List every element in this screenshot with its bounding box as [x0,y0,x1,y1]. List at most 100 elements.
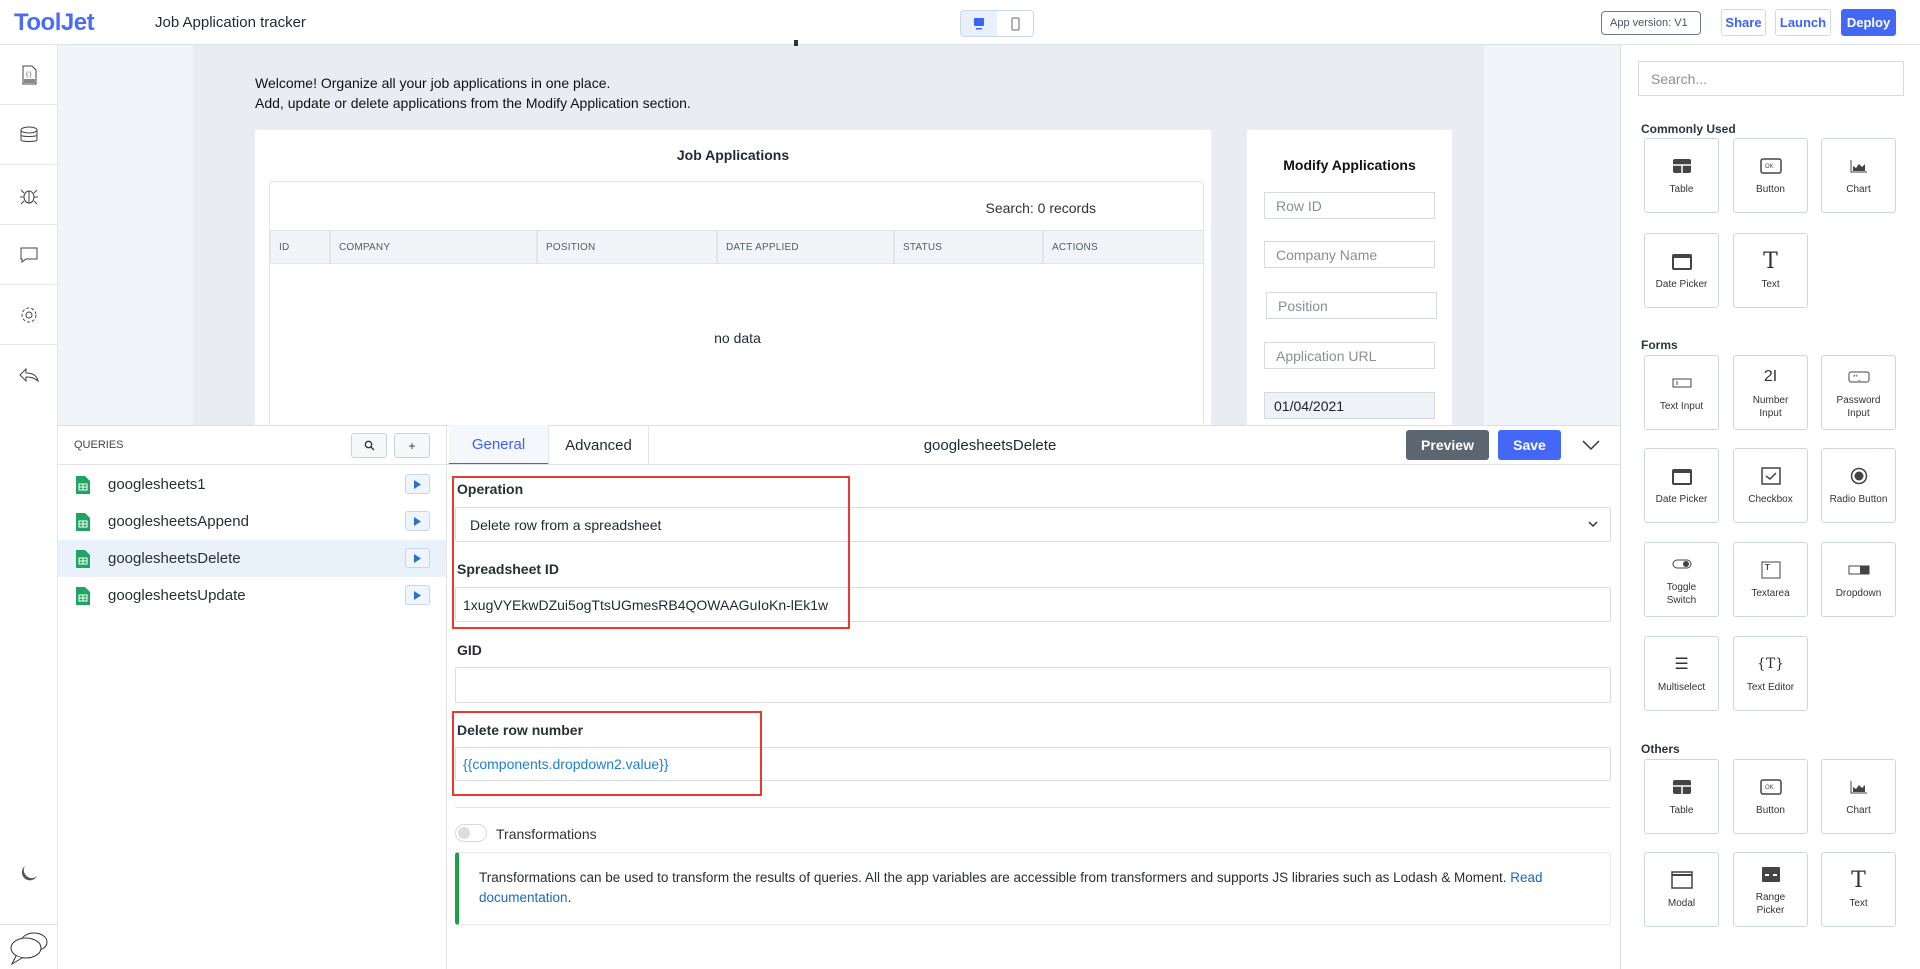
highlight-box-row-number [452,711,762,796]
widget-label: Checkbox [1748,494,1793,505]
database-icon [20,126,37,142]
add-query-button[interactable]: + [394,433,430,458]
position-input[interactable]: Position [1266,292,1437,319]
table-search[interactable]: Search: 0 records [986,200,1097,216]
transformations-info: Transformations can be used to transform… [455,852,1611,925]
widget-card-radio-button[interactable]: Radio Button [1821,448,1896,523]
texteditor-icon: {T} [1756,655,1785,672]
widget-card-table[interactable]: Table [1644,759,1719,834]
query-item[interactable]: googlesheets1 [58,466,446,503]
column-header-position[interactable]: POSITION [537,230,717,264]
query-name: googlesheetsUpdate [108,587,246,604]
widget-card-multiselect[interactable]: ☰ Multiselect [1644,636,1719,711]
app-title[interactable]: Job Application tracker [155,14,306,31]
widget-card-text[interactable]: T Text [1733,233,1808,308]
tab-advanced[interactable]: Advanced [549,425,649,465]
widget-card-number-input[interactable]: 2I Number Input [1733,355,1808,430]
calendar-icon [1671,250,1692,272]
dark-mode-toggle[interactable] [19,862,39,885]
query-item[interactable]: googlesheetsDelete [58,540,446,577]
column-header-date-applied[interactable]: DATE APPLIED [717,230,894,264]
column-header-status[interactable]: STATUS [894,230,1043,264]
share-button[interactable]: Share [1721,9,1766,36]
button-icon: OK [1759,776,1782,798]
widget-label: Textarea [1751,588,1790,599]
widget-card-text-editor[interactable]: {T} Text Editor [1733,636,1808,711]
chat-support-button[interactable] [0,924,57,969]
back-button[interactable] [0,345,57,405]
comments-button[interactable] [0,225,57,285]
widget-label: Button [1756,805,1785,816]
query-name[interactable]: googlesheetsDelete [890,437,1090,454]
run-query-button[interactable] [405,474,430,494]
save-button[interactable]: Save [1498,430,1561,460]
column-header-actions[interactable]: ACTIONS [1043,230,1204,264]
settings-button[interactable] [0,285,57,345]
widget-card-chart[interactable]: Chart [1821,138,1896,213]
preview-button[interactable]: Preview [1406,430,1489,460]
widget-card-modal[interactable]: Modal [1644,852,1719,927]
launch-button[interactable]: Launch [1775,9,1831,36]
run-query-button[interactable] [405,548,430,568]
widget-card-button[interactable]: OK Button [1733,138,1808,213]
widget-card-password-input[interactable]: **_ Password Input [1821,355,1896,430]
widget-card-dropdown[interactable]: Dropdown [1821,542,1896,617]
widget-label: Table [1669,184,1694,195]
row-id-input[interactable]: Row ID [1264,192,1435,219]
widget-card-text[interactable]: T Text [1821,852,1896,927]
run-query-button[interactable] [405,511,430,531]
text-icon: T [1763,248,1778,274]
undo-arrow-icon [18,367,39,383]
gid-label: GID [457,642,482,658]
widget-section-title: Others [1641,742,1680,756]
widget-search-input[interactable]: Search... [1638,61,1904,96]
application-url-input[interactable]: Application URL [1264,342,1435,369]
canvas-title-fragment [794,40,798,46]
mobile-view-button[interactable] [997,11,1033,36]
widget-label: Number Input [1752,394,1789,419]
widget-card-date-picker[interactable]: Date Picker [1644,448,1719,523]
column-header-id[interactable]: ID [270,230,330,264]
debugger-button[interactable] [0,165,57,225]
query-item[interactable]: googlesheetsUpdate [58,577,446,614]
widget-card-text-input[interactable]: Text Input [1644,355,1719,430]
desktop-view-button[interactable] [961,11,997,36]
run-query-button[interactable] [405,585,430,605]
query-item[interactable]: googlesheetsAppend [58,503,446,540]
global-settings-button[interactable]: {:} [0,45,57,105]
widget-card-textarea[interactable]: T Textarea [1733,542,1808,617]
gid-input[interactable] [455,667,1611,703]
column-header-company[interactable]: COMPANY [330,230,537,264]
chart-icon [1850,776,1868,798]
search-queries-button[interactable] [351,433,387,458]
widget-card-checkbox[interactable]: Checkbox [1733,448,1808,523]
collapse-panel-button[interactable] [1582,438,1600,454]
welcome-text-line1: Welcome! Organize all your job applicati… [255,75,611,91]
transformations-toggle[interactable] [455,824,487,842]
view-toggle [960,10,1034,37]
tooljet-logo[interactable]: ToolJet [14,9,95,37]
google-sheets-icon [76,550,90,568]
widget-card-chart[interactable]: Chart [1821,759,1896,834]
tab-general[interactable]: General [449,425,549,465]
app-version-select[interactable]: App version: V1 [1601,11,1701,35]
widget-card-toggle-switch[interactable]: Toggle Switch [1644,542,1719,617]
empty-table-message: no data [714,330,761,346]
search-label: Search: [985,200,1034,216]
deploy-button[interactable]: Deploy [1841,9,1896,36]
widget-card-date-picker[interactable]: Date Picker [1644,233,1719,308]
datasources-button[interactable] [0,105,57,165]
play-icon [414,553,421,563]
widget-label: Date Picker [1655,279,1708,290]
divider [455,807,1611,808]
text-icon: T [1851,867,1866,893]
widget-card-button[interactable]: OK Button [1733,759,1808,834]
widget-card-range-picker[interactable]: Range Picker [1733,852,1808,927]
date-applied-picker[interactable]: 01/04/2021 [1264,392,1435,419]
google-sheets-icon [76,587,90,605]
widget-label: Text [1761,279,1780,290]
company-name-input[interactable]: Company Name [1264,241,1435,268]
widget-card-table[interactable]: Table [1644,138,1719,213]
widget-panel: Search... Commonly Used Table OK Button Char… [1620,45,1920,969]
applications-table: Search: 0 records ID COMPANY POSITION DA… [269,181,1204,425]
